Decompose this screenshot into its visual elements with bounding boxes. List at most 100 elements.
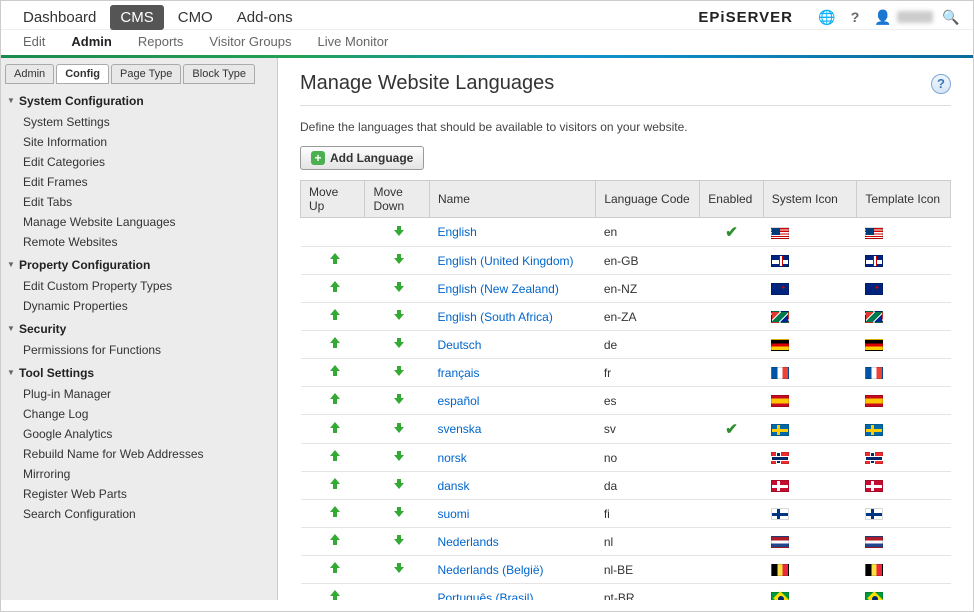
tree-item-manage-website-languages[interactable]: Manage Website Languages (5, 212, 273, 232)
language-name-link[interactable]: Português (Brasil) (437, 591, 533, 601)
search-icon[interactable]: 🔍 (941, 7, 961, 27)
tree-item-dynamic-properties[interactable]: Dynamic Properties (5, 296, 273, 316)
col-template-icon[interactable]: Template Icon (857, 181, 951, 218)
tree-item-permissions-for-functions[interactable]: Permissions for Functions (5, 340, 273, 360)
globe-icon[interactable]: 🌐 (817, 7, 837, 27)
tree-item-mirroring[interactable]: Mirroring (5, 464, 273, 484)
language-name-link[interactable]: Nederlands (België) (437, 563, 543, 577)
tree-group-security[interactable]: Security (5, 318, 273, 340)
tree-item-remote-websites[interactable]: Remote Websites (5, 232, 273, 252)
language-name-link[interactable]: English (437, 225, 476, 239)
move-down-icon[interactable] (391, 449, 403, 463)
move-down-icon[interactable] (391, 392, 403, 406)
language-code: pt-BR (596, 584, 700, 601)
table-row: Deutschde (301, 331, 951, 359)
move-up-icon[interactable] (327, 280, 339, 294)
topnav-item-cmo[interactable]: CMO (168, 5, 223, 30)
language-code: sv (596, 415, 700, 444)
subnav-item-live-monitor[interactable]: Live Monitor (308, 30, 399, 53)
language-name-link[interactable]: norsk (437, 451, 466, 465)
col-name[interactable]: Name (429, 181, 595, 218)
page-title: Manage Website Languages (300, 72, 931, 95)
flag-icon-br (771, 592, 789, 600)
move-down-icon[interactable] (391, 533, 403, 547)
flag-icon-de (865, 339, 883, 351)
move-up-icon[interactable] (327, 477, 339, 491)
tree-item-change-log[interactable]: Change Log (5, 404, 273, 424)
tree-item-system-settings[interactable]: System Settings (5, 112, 273, 132)
tree-item-register-web-parts[interactable]: Register Web Parts (5, 484, 273, 504)
move-up-icon[interactable] (327, 252, 339, 266)
flag-icon-za (771, 311, 789, 323)
tree-item-rebuild-name-for-web-addresses[interactable]: Rebuild Name for Web Addresses (5, 444, 273, 464)
language-name-link[interactable]: français (437, 366, 479, 380)
tree-item-google-analytics[interactable]: Google Analytics (5, 424, 273, 444)
tree-group-property-configuration[interactable]: Property Configuration (5, 254, 273, 276)
table-row: svenska sv ✔ (301, 415, 951, 444)
move-down-icon[interactable] (391, 421, 403, 435)
subnav-item-edit[interactable]: Edit (13, 30, 55, 53)
language-name-link[interactable]: English (United Kingdom) (437, 254, 573, 268)
language-name-link[interactable]: Nederlands (437, 535, 498, 549)
tree-group-tool-settings[interactable]: Tool Settings (5, 362, 273, 384)
sidebar-tab-page-type[interactable]: Page Type (111, 64, 181, 84)
move-up-icon[interactable] (327, 421, 339, 435)
move-up-icon[interactable] (327, 561, 339, 575)
move-down-icon[interactable] (391, 561, 403, 575)
language-name-link[interactable]: English (New Zealand) (437, 282, 558, 296)
move-up-icon[interactable] (327, 505, 339, 519)
move-up-icon[interactable] (327, 308, 339, 322)
topnav-item-dashboard[interactable]: Dashboard (13, 5, 106, 30)
tree-item-edit-tabs[interactable]: Edit Tabs (5, 192, 273, 212)
context-help-icon[interactable]: ? (931, 74, 951, 94)
move-down-icon[interactable] (391, 505, 403, 519)
sidebar-tab-block-type[interactable]: Block Type (183, 64, 255, 84)
move-down-icon[interactable] (391, 336, 403, 350)
add-language-button[interactable]: + Add Language (300, 146, 424, 170)
language-name-link[interactable]: svenska (437, 422, 481, 436)
topnav-item-cms[interactable]: CMS (110, 5, 163, 30)
language-name-link[interactable]: Deutsch (437, 338, 481, 352)
move-up-icon[interactable] (327, 533, 339, 547)
language-name-link[interactable]: suomi (437, 507, 469, 521)
tree-item-edit-frames[interactable]: Edit Frames (5, 172, 273, 192)
subnav-item-reports[interactable]: Reports (128, 30, 194, 53)
tree-item-edit-categories[interactable]: Edit Categories (5, 152, 273, 172)
language-name-link[interactable]: English (South Africa) (437, 310, 552, 324)
col-code[interactable]: Language Code (596, 181, 700, 218)
language-name-link[interactable]: dansk (437, 479, 469, 493)
language-name-link[interactable]: español (437, 394, 479, 408)
check-icon: ✔ (725, 421, 738, 438)
move-up-icon[interactable] (327, 392, 339, 406)
move-up-icon[interactable] (327, 364, 339, 378)
sidebar-tab-admin[interactable]: Admin (5, 64, 54, 84)
user-icon[interactable]: 👤 (873, 7, 893, 27)
help-icon[interactable]: ? (845, 7, 865, 27)
subnav-item-admin[interactable]: Admin (61, 30, 121, 53)
tree-item-plug-in-manager[interactable]: Plug-in Manager (5, 384, 273, 404)
col-enabled[interactable]: Enabled (700, 181, 763, 218)
tree-group-system-configuration[interactable]: System Configuration (5, 90, 273, 112)
tree-item-search-configuration[interactable]: Search Configuration (5, 504, 273, 524)
topnav-item-add-ons[interactable]: Add-ons (227, 5, 303, 30)
move-down-icon[interactable] (391, 364, 403, 378)
subnav-item-visitor-groups[interactable]: Visitor Groups (199, 30, 301, 53)
tree-item-site-information[interactable]: Site Information (5, 132, 273, 152)
flag-icon-es (771, 395, 789, 407)
move-down-icon[interactable] (391, 224, 403, 238)
move-up-icon[interactable] (327, 336, 339, 350)
flag-icon-us (771, 227, 789, 239)
sidebar-tab-config[interactable]: Config (56, 64, 109, 84)
move-up-icon[interactable] (327, 449, 339, 463)
move-down-icon[interactable] (391, 308, 403, 322)
sidebar-resize-handle[interactable] (271, 309, 277, 349)
move-down-icon[interactable] (391, 252, 403, 266)
move-up-icon[interactable] (327, 589, 339, 600)
col-move-up[interactable]: Move Up (301, 181, 365, 218)
col-move-down[interactable]: Move Down (365, 181, 429, 218)
col-system-icon[interactable]: System Icon (763, 181, 857, 218)
move-down-icon[interactable] (391, 477, 403, 491)
move-down-icon[interactable] (391, 280, 403, 294)
tree-item-edit-custom-property-types[interactable]: Edit Custom Property Types (5, 276, 273, 296)
language-code: en-NZ (596, 275, 700, 303)
